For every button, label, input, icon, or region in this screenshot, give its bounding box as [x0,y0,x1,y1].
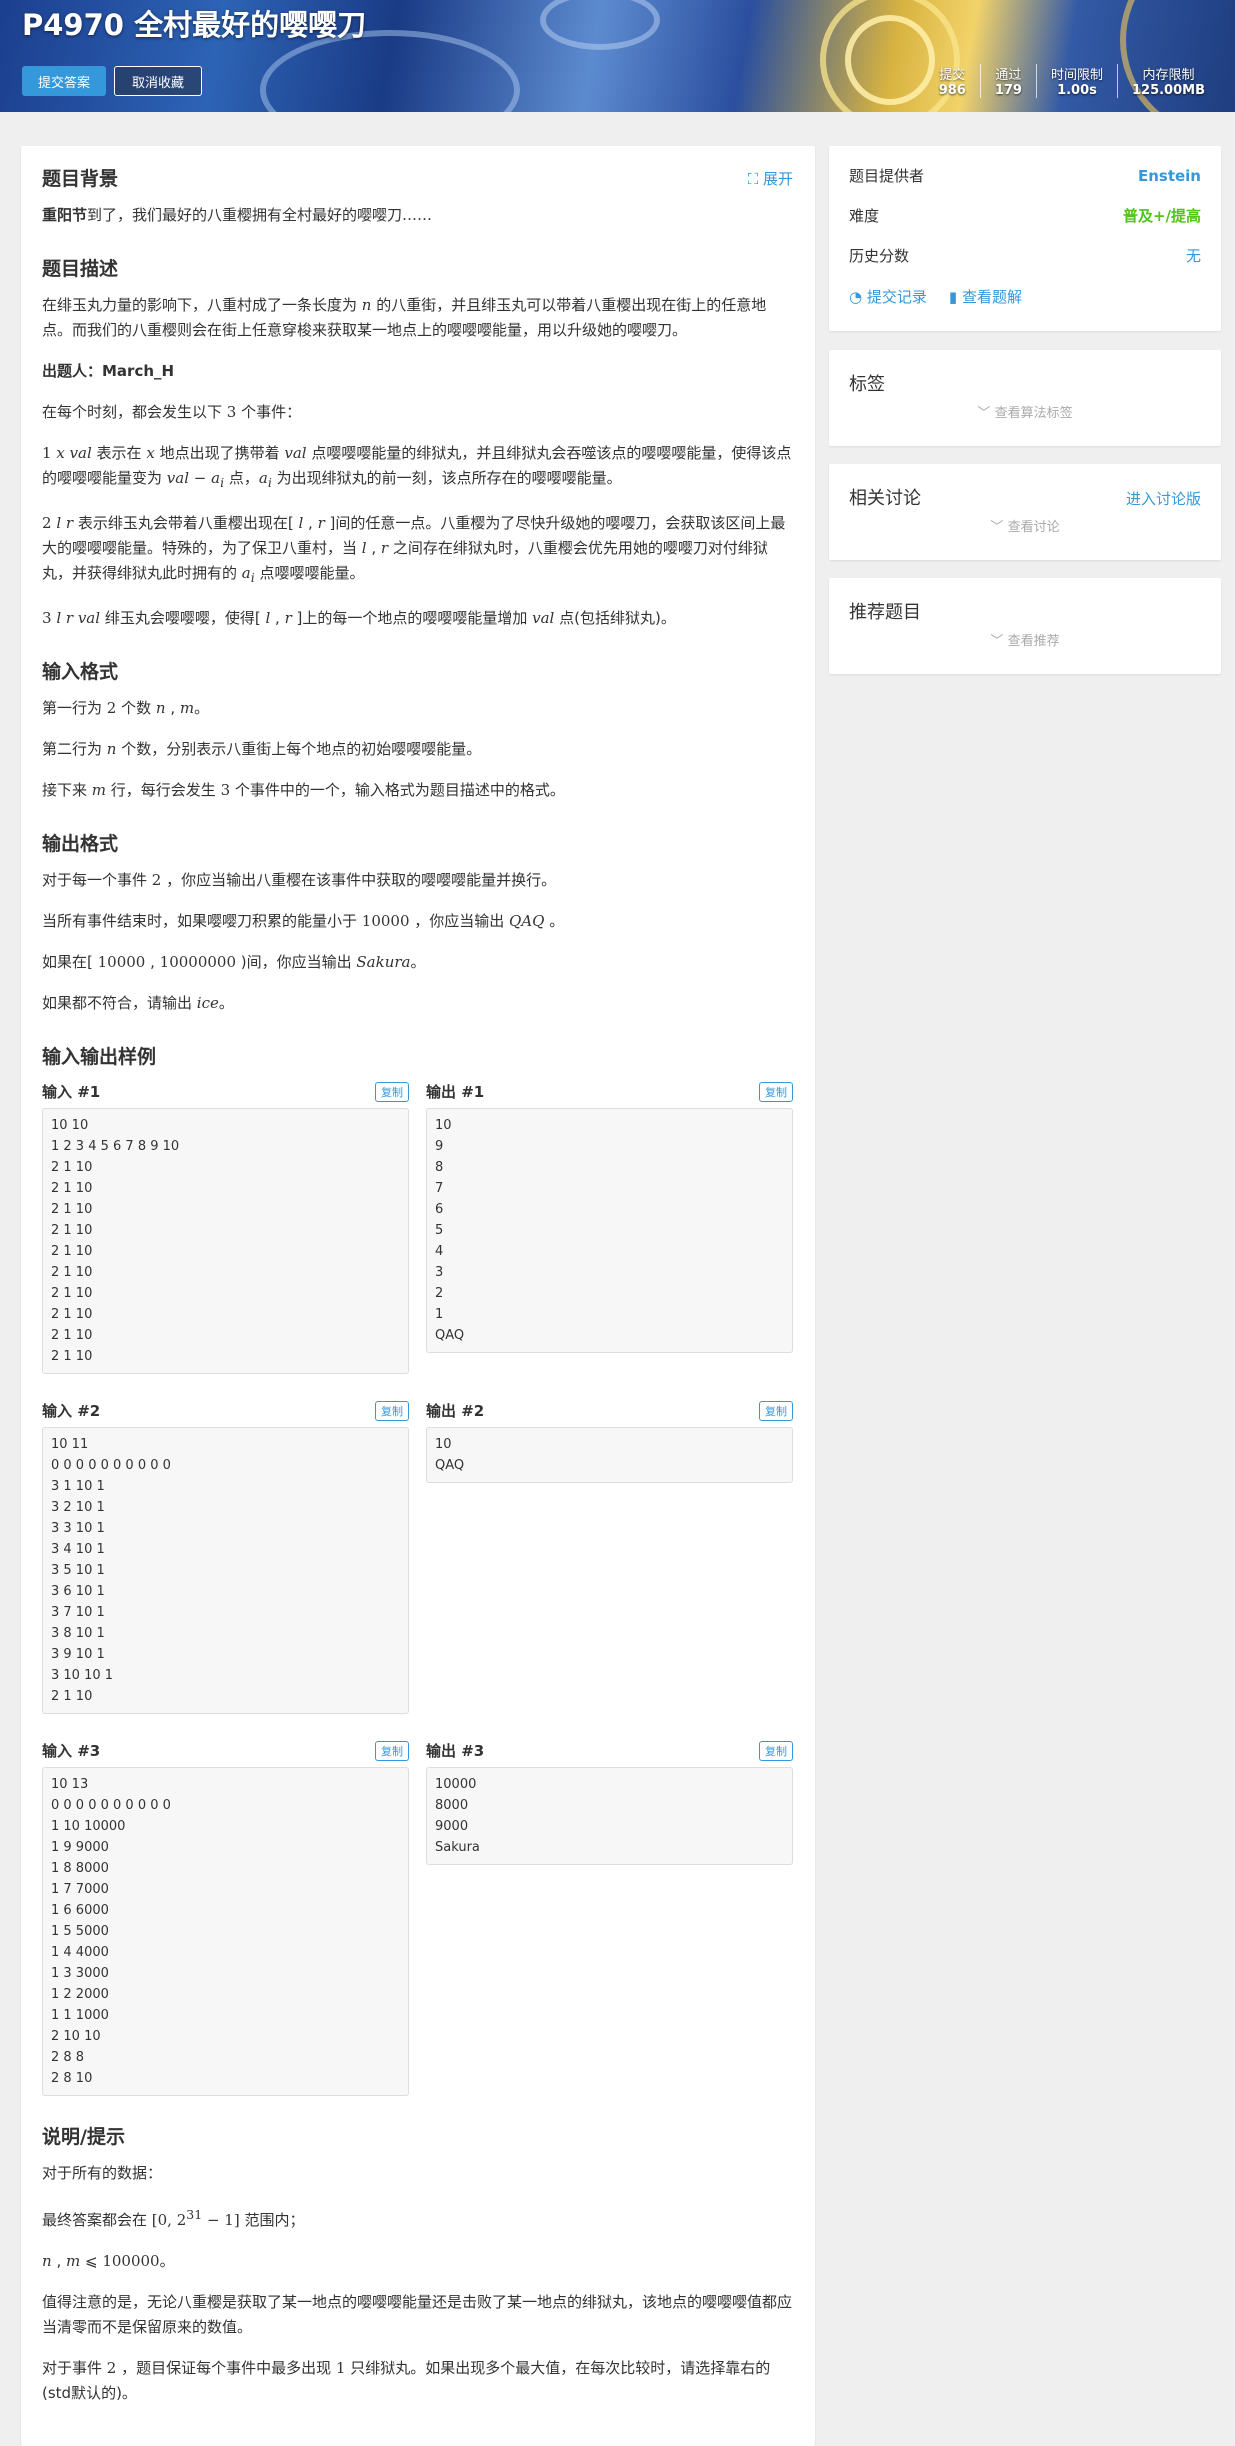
sample-output-label: 输出 #1 [426,1083,485,1101]
sample-pair-3: 输入 #3 复制 10 13 0 0 0 0 0 0 0 0 0 0 1 10 1… [42,1740,794,2096]
show-tags-toggle[interactable]: ﹀ 查看算法标签 [849,402,1201,421]
sample-output-label: 输出 #2 [426,1402,485,1420]
hint-text: 值得注意的是，无论八重樱是获取了某一地点的嘤嘤嘤能量还是击败了某一地点的绯狱丸，… [42,2293,793,2336]
copy-button[interactable]: 复制 [759,1740,793,1761]
copy-button[interactable]: 复制 [375,1081,409,1102]
hint-text: 对于所有的数据： [42,2164,163,2182]
history-score-row: 历史分数无 [849,246,1201,286]
recommend-heading: 推荐题目 [849,602,921,623]
description-text: 在绯玉丸力量的影响下，八重村成了一条长度为 n 的八重街，并且绯玉丸可以带着八重… [42,296,767,339]
stat-time-limit: 时间限制 1.00s [1035,64,1117,98]
sample-pair-2: 输入 #2 复制 10 11 0 0 0 0 0 0 0 0 0 0 3 1 10… [42,1400,794,1714]
history-score: 无 [1185,247,1201,265]
description-heading: 题目描述 [42,258,119,280]
copy-button[interactable]: 复制 [375,1740,409,1761]
book-icon: ▮ [948,288,958,306]
discussion-card: 相关讨论 进入讨论版 ﹀ 查看讨论 [829,464,1221,560]
description-text: 2 l r 表示绯玉丸会带着八重樱出现在[ l , r ]间的任意一点。八重樱为… [42,514,786,585]
input-format-text: 第二行为 n 个数，分别表示八重街上每个地点的初始嘤嘤嘤能量。 [42,740,482,758]
output-format-text: 当所有事件结束时，如果嘤嘤刀积累的能量小于 10000 ，你应当输出 QAQ 。 [42,912,565,930]
output-format-text: 如果在[ 10000 , 10000000 )间，你应当输出 Sakura。 [42,953,426,971]
sample-pair-1: 输入 #1 复制 10 10 1 2 3 4 5 6 7 8 9 10 2 1 1… [42,1081,794,1374]
provider-link[interactable]: Enstein [1138,166,1201,206]
sample-input-label: 输入 #1 [42,1083,101,1101]
input-format-heading: 输入格式 [42,661,119,683]
tags-card: 标签 ﹀ 查看算法标签 [829,350,1221,446]
hint-heading: 说明/提示 [42,2126,125,2148]
hint-text: n , m ⩽ 100000。 [42,2252,175,2270]
recommend-card: 推荐题目 ﹀ 查看推荐 [829,578,1221,674]
expand-icon: ⛶ [747,170,759,188]
stat-submissions: 提交 986 [938,68,966,98]
stat-accepted: 通过 179 [979,64,1036,98]
show-recommend-toggle[interactable]: ﹀ 查看推荐 [849,630,1201,649]
sample-output: 10000 8000 9000 Sakura [426,1767,793,1865]
expand-link[interactable]: ⛶ 展开 [748,168,793,189]
hint-text: 对于事件 2 ，题目保证每个事件中最多出现 1 只绯狱丸。如果出现多个最大值，在… [42,2359,771,2402]
samples-heading: 输入输出样例 [42,1046,157,1068]
stat-memory-limit: 内存限制 125.00MB [1116,64,1219,98]
submission-records-link[interactable]: ◔ 提交记录 [849,286,927,307]
tags-heading: 标签 [849,374,885,395]
provider-row: 题目提供者 Enstein [849,166,1201,206]
input-format-text: 接下来 m 行，每行会发生 3 个事件中的一个，输入格式为题目描述中的格式。 [42,781,565,799]
problem-info-card: 题目提供者 Enstein 难度 普及+/提高 历史分数无 ◔ 提交记录 ▮ 查看题… [829,146,1221,331]
submit-answer-button[interactable]: 提交答案 [22,66,106,96]
chevron-down-icon: ﹀ [990,520,1004,535]
sample-output: 10 QAQ [426,1427,793,1483]
sample-input-label: 输入 #2 [42,1402,101,1420]
banner-art [540,0,660,50]
hint-text: 最终答案都会在 [0, 231 − 1] 范围内； [42,2207,305,2229]
sample-input: 10 11 0 0 0 0 0 0 0 0 0 0 3 1 10 1 3 2 1… [42,1427,409,1714]
output-format-text: 如果都不符合，请输出 ice。 [42,994,234,1012]
show-discussion-toggle[interactable]: ﹀ 查看讨论 [849,516,1201,535]
difficulty-row: 难度 普及+/提高 [849,206,1201,246]
sample-output: 10 9 8 7 6 5 4 3 2 1 QAQ [426,1108,793,1353]
copy-button[interactable]: 复制 [375,1400,409,1421]
description-text: 3 l r val 绯玉丸会嘤嘤嘤，使得[ l , r ]上的每一个地点的嘤嘤嘤… [42,609,676,627]
banner: P4970 全村最好的嘤嘤刀 提交答案 取消收藏 提交 986 通过 179 时间限… [0,0,1235,112]
output-format-heading: 输出格式 [42,833,119,855]
problem-author: 出题人：March_H [42,362,175,380]
problem-statement: ⛶ 展开 题目背景 重阳节到了，我们最好的八重樱拥有全村最好的嘤嘤刀…… 题目描… [21,146,815,2446]
view-solutions-link[interactable]: ▮ 查看题解 [949,286,1022,307]
problem-title: P4970 全村最好的嘤嘤刀 [22,8,367,42]
difficulty-badge: 普及+/提高 [1122,207,1201,225]
description-text: 在每个时刻，都会发生以下 3 个事件： [42,403,302,421]
enter-discussion-link[interactable]: 进入讨论版 [1126,488,1201,509]
sample-input: 10 13 0 0 0 0 0 0 0 0 0 0 1 10 10000 1 9… [42,1767,409,2096]
copy-button[interactable]: 复制 [759,1081,793,1102]
background-heading: 题目背景 [42,168,119,190]
unfavorite-button[interactable]: 取消收藏 [114,66,202,96]
sample-output-label: 输出 #3 [426,1742,485,1760]
copy-button[interactable]: 复制 [759,1400,793,1421]
output-format-text: 对于每一个事件 2 ，你应当输出八重樱在该事件中获取的嘤嘤嘤能量并换行。 [42,871,557,889]
pie-chart-icon: ◔ [849,288,863,306]
problem-stats: 提交 986 通过 179 时间限制 1.00s 内存限制 125.00MB [925,64,1219,98]
description-text: 1 x val 表示在 x 地点出现了携带着 val 点嘤嘤嘤能量的绯狱丸，并且… [42,444,792,490]
sample-input: 10 10 1 2 3 4 5 6 7 8 9 10 2 1 10 2 1 10… [42,1108,409,1374]
banner-art [845,15,935,105]
chevron-down-icon: ﹀ [977,406,991,421]
chevron-down-icon: ﹀ [990,634,1004,649]
input-format-text: 第一行为 2 个数 n , m。 [42,699,210,717]
sample-input-label: 输入 #3 [42,1742,101,1760]
background-text: 重阳节到了，我们最好的八重樱拥有全村最好的嘤嘤刀…… [42,206,433,224]
